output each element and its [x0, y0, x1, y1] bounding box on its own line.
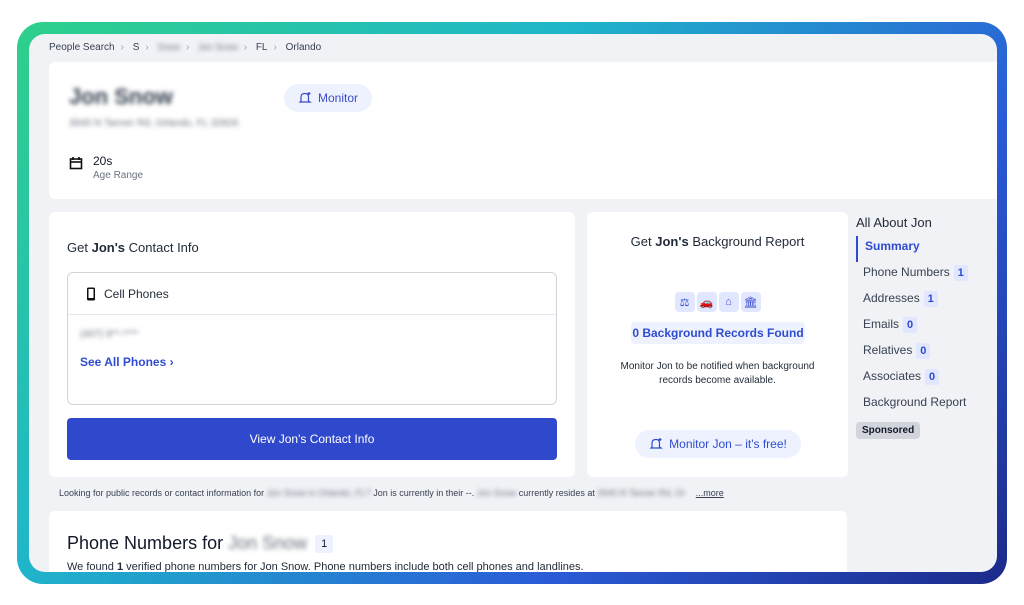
phone-numbers-section: Phone Numbers for Jon Snow 1 We found 1 v…: [49, 511, 847, 572]
page-viewport: People Search › S › Snow › Jon Snow › FL › Or…: [29, 34, 997, 572]
monitor-label: Monitor: [317, 91, 358, 105]
person-address: 3940 N Tanner Rd, Orlando, FL 32826: [69, 118, 239, 129]
age-label: Age Range: [93, 170, 144, 181]
background-title: Get Jon's Background Report: [630, 234, 805, 249]
count-badge: 0: [925, 369, 940, 385]
monitor-free-label: Monitor Jon – it's free!: [669, 437, 787, 451]
age-range: 20s Age Range: [69, 154, 143, 181]
cell-phones-box: Cell Phones (407) 9**-**** See All Phone…: [67, 272, 557, 405]
gradient-frame: People Search › S › Snow › Jon Snow › FL › Or…: [17, 22, 1007, 584]
chevron-right-icon: ›: [120, 42, 124, 53]
car-icon: 🚗: [696, 292, 717, 312]
phone-numbers-description: We found 1 verified phone numbers for Jo…: [67, 561, 584, 572]
sidebar-item-phone-numbers[interactable]: Phone Numbers 1: [856, 262, 997, 288]
sidebar-item-associates[interactable]: Associates 0: [856, 366, 997, 392]
breadcrumb-state[interactable]: FL: [256, 42, 268, 53]
count-badge: 1: [953, 265, 968, 281]
sidebar-item-relatives[interactable]: Relatives 0: [856, 340, 997, 366]
contact-info-card: Get Jon's Contact Info Cell Phones (407)…: [49, 212, 575, 477]
house-icon: ⌂: [718, 292, 739, 312]
sponsored-badge: Sponsored: [856, 422, 921, 439]
profile-header-card: Jon Snow 3940 N Tanner Rd, Orlando, FL 3…: [49, 62, 997, 199]
chevron-right-icon: ›: [186, 42, 190, 53]
summary-text: Looking for public records or contact in…: [59, 488, 724, 498]
chevron-right-icon: ›: [145, 42, 149, 53]
gavel-icon: ⚖: [674, 292, 695, 312]
phone-numbers-heading: Phone Numbers for Jon Snow 1: [67, 533, 334, 554]
monitor-button[interactable]: Monitor: [284, 84, 372, 112]
chevron-right-icon: ›: [273, 42, 277, 53]
masked-phone-number: (407) 9**-****: [80, 329, 139, 340]
count-badge: 1: [923, 291, 938, 307]
calendar-icon: [69, 157, 83, 170]
more-link[interactable]: ...more: [696, 488, 724, 498]
cell-phones-label: Cell Phones: [104, 286, 169, 301]
cell-phones-header: Cell Phones: [68, 273, 556, 315]
sidebar-item-emails[interactable]: Emails 0: [856, 314, 997, 340]
see-all-phones-link[interactable]: See All Phones ›: [80, 355, 174, 369]
sidebar-nav: All About Jon Summary Phone Numbers 1 Add…: [856, 209, 997, 439]
courthouse-icon: 🏛: [740, 292, 761, 312]
chevron-right-icon: ›: [243, 42, 248, 53]
bell-plus-icon: [298, 92, 312, 103]
breadcrumb-city[interactable]: Orlando: [286, 42, 322, 53]
background-records-count: 0 Background Records Found: [631, 322, 805, 344]
record-type-icons: ⚖ 🚗 ⌂ 🏛: [587, 292, 848, 312]
chevron-right-icon: ›: [169, 355, 174, 369]
count-badge: 0: [903, 317, 918, 333]
sidebar-item-addresses[interactable]: Addresses 1: [856, 288, 997, 314]
age-value: 20s: [93, 154, 113, 168]
person-name: Jon Snow: [69, 84, 173, 109]
count-badge: 1: [315, 535, 334, 554]
breadcrumb-people-search[interactable]: People Search: [49, 42, 115, 53]
breadcrumb-fullname[interactable]: Jon Snow: [198, 42, 238, 52]
breadcrumb-letter[interactable]: S: [133, 42, 140, 53]
sidebar-item-summary[interactable]: Summary: [856, 236, 997, 262]
mobile-phone-icon: [87, 287, 95, 300]
sidebar-title: All About Jon: [856, 215, 932, 230]
count-badge: 0: [916, 343, 931, 359]
breadcrumb-surname[interactable]: Snow: [158, 42, 181, 52]
monitor-free-button[interactable]: Monitor Jon – it's free!: [635, 430, 801, 458]
breadcrumb: People Search › S › Snow › Jon Snow › FL › Or…: [49, 42, 321, 53]
view-contact-info-button[interactable]: View Jon's Contact Info: [67, 418, 557, 460]
sidebar-item-background-report[interactable]: Background Report: [856, 392, 997, 418]
background-report-card: Get Jon's Background Report ⚖ 🚗 ⌂ 🏛 0 Ba…: [587, 212, 848, 477]
background-note: Monitor Jon to be notified when backgrou…: [620, 361, 815, 386]
contact-title: Get Jon's Contact Info: [67, 240, 199, 255]
bell-plus-icon: [649, 438, 664, 449]
